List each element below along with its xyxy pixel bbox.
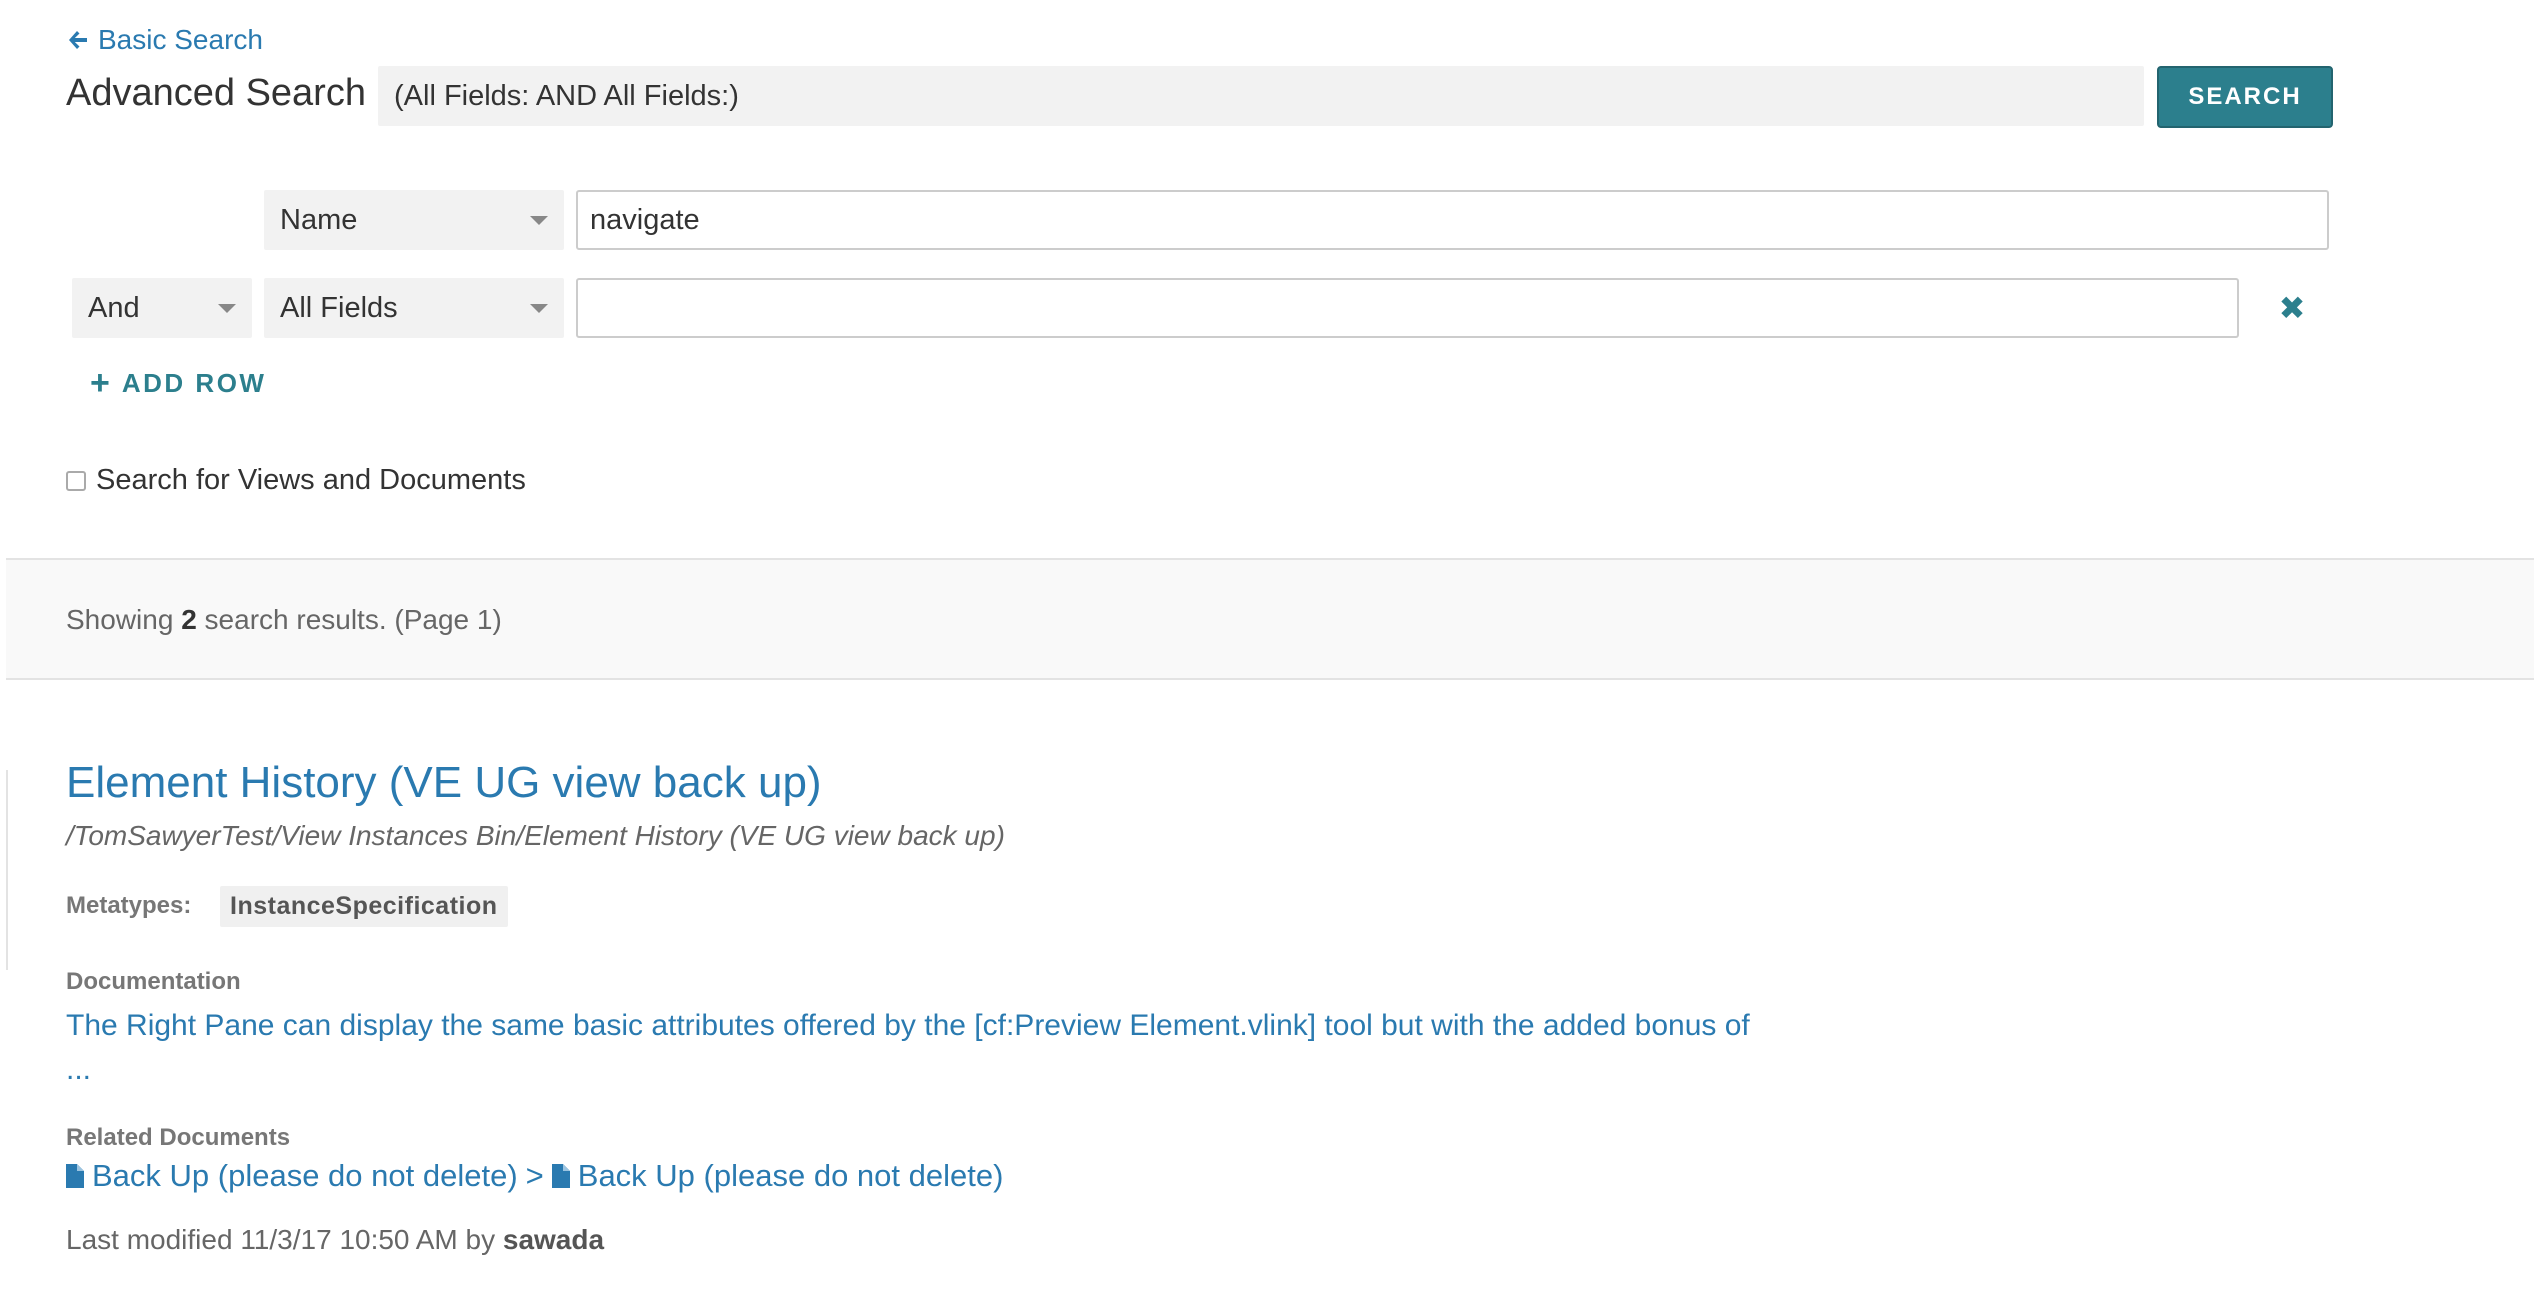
metatype-badge: InstanceSpecification <box>220 886 508 927</box>
query-summary[interactable]: (All Fields: AND All Fields:) <box>378 66 2144 126</box>
page-title: Advanced Search <box>66 72 366 114</box>
result-divider <box>6 770 8 970</box>
add-row-button[interactable]: + ADD ROW <box>90 364 266 403</box>
last-modified-text: Last modified 11/3/17 10:50 AM by <box>66 1224 496 1255</box>
search-button[interactable]: SEARCH <box>2157 66 2333 128</box>
related-document-link-1[interactable]: Back Up (please do not delete) <box>66 1158 518 1194</box>
add-row-label: ADD ROW <box>121 368 267 398</box>
field-select-row-1[interactable]: Name <box>264 190 564 250</box>
last-modified-user: sawada <box>502 1224 605 1255</box>
criteria-input-row-1[interactable] <box>576 190 2329 250</box>
plus-icon: + <box>90 364 110 402</box>
document-icon <box>551 1164 570 1188</box>
related-documents: Back Up (please do not delete) > Back Up… <box>66 1158 1003 1194</box>
basic-search-link[interactable]: Basic Search <box>66 24 263 56</box>
caret-down-icon <box>218 303 236 313</box>
field-select-value: Name <box>280 203 358 236</box>
last-modified: Last modified 11/3/17 10:50 AM by sawada <box>66 1224 604 1256</box>
criteria-input-row-2[interactable] <box>576 278 2239 338</box>
remove-row-button[interactable]: ✖ <box>2274 290 2310 326</box>
documentation-label: Documentation <box>66 968 241 995</box>
views-documents-option: Search for Views and Documents <box>66 464 526 497</box>
operator-select-row-2[interactable]: And <box>72 278 252 338</box>
views-documents-label: Search for Views and Documents <box>96 464 526 496</box>
results-prefix: Showing <box>66 604 174 635</box>
results-summary: Showing 2 search results. (Page 1) <box>66 604 502 636</box>
arrow-left-icon <box>69 31 87 49</box>
result-path: /TomSawyerTest/View Instances Bin/Elemen… <box>66 820 1005 851</box>
related-document-label: Back Up (please do not delete) <box>577 1158 1004 1193</box>
basic-search-label: Basic Search <box>98 24 263 55</box>
caret-down-icon <box>530 303 548 313</box>
caret-down-icon <box>530 215 548 225</box>
documentation-text-line-1: The Right Pane can display the same basi… <box>66 1009 1750 1042</box>
document-icon <box>66 1164 84 1188</box>
results-count: 2 <box>181 604 197 635</box>
related-document-label: Back Up (please do not delete) <box>92 1158 518 1193</box>
operator-select-value: And <box>88 291 140 324</box>
related-documents-label: Related Documents <box>66 1124 291 1151</box>
documentation-text-line-2: ... <box>66 1053 92 1086</box>
result-title-link[interactable]: Element History (VE UG view back up) <box>66 758 822 808</box>
field-select-value: All Fields <box>280 291 398 324</box>
results-suffix: search results. (Page 1) <box>204 604 502 635</box>
field-select-row-2[interactable]: All Fields <box>264 278 564 338</box>
metatypes-label: Metatypes: <box>66 892 192 919</box>
breadcrumb-separator: > <box>525 1158 544 1193</box>
query-summary-text: (All Fields: AND All Fields:) <box>394 79 739 112</box>
close-icon: ✖ <box>2278 290 2306 326</box>
documentation-link[interactable]: The Right Pane can display the same basi… <box>66 1004 1966 1092</box>
related-document-link-2[interactable]: Back Up (please do not delete) <box>551 1158 1004 1194</box>
views-documents-checkbox[interactable] <box>66 470 86 491</box>
